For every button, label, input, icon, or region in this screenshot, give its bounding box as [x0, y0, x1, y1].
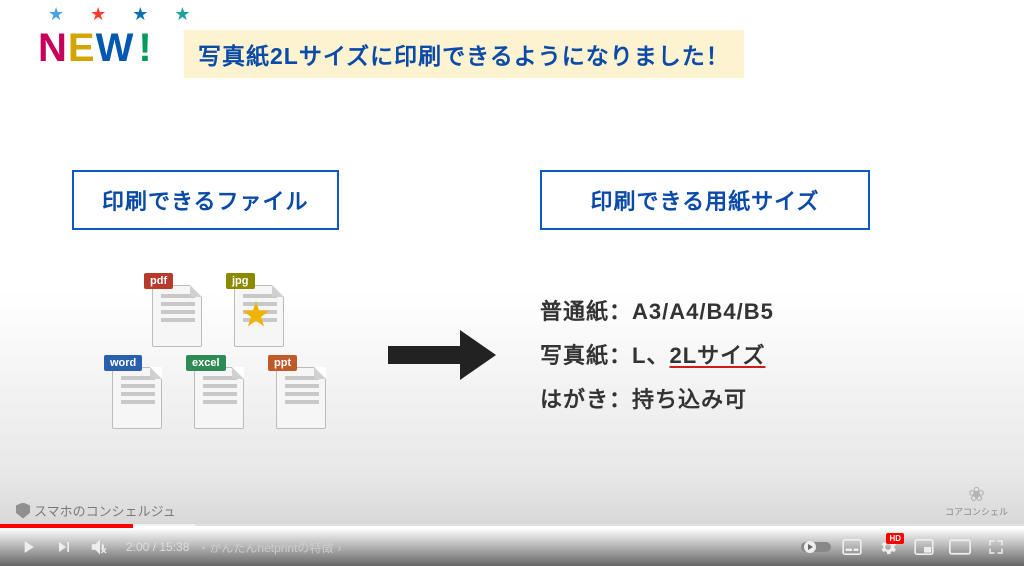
subtitles-button[interactable]	[834, 529, 870, 565]
shield-icon	[16, 503, 30, 519]
size-line-plain: 普通紙：A3/A4/B4/B5	[540, 290, 774, 334]
miniplayer-button[interactable]	[906, 529, 942, 565]
file-tag: jpg	[226, 273, 255, 289]
corner-logo: ❀コアコンシェル	[945, 485, 1008, 518]
size-line-postcard: はがき：持ち込み可	[540, 378, 774, 422]
fullscreen-button[interactable]	[978, 529, 1014, 565]
file-word-icon: word	[106, 357, 168, 429]
file-jpg-icon: jpg	[228, 275, 290, 347]
channel-watermark[interactable]: スマホのコンシェルジュ	[16, 501, 176, 520]
file-tag: ppt	[268, 355, 297, 371]
mute-button[interactable]	[82, 529, 118, 565]
autoplay-toggle[interactable]	[798, 529, 834, 565]
paper-sizes-list: 普通紙：A3/A4/B4/B5 写真紙：L、2Lサイズ はがき：持ち込み可	[540, 290, 774, 422]
size-line-photo: 写真紙：L、2Lサイズ	[540, 334, 774, 378]
stars-icon: ★★★★	[48, 4, 217, 25]
settings-button[interactable]: HD	[870, 529, 906, 565]
section-files-title: 印刷できるファイル	[72, 170, 339, 230]
new-text: NEW!	[38, 26, 153, 71]
chapter-title[interactable]: ・かんたんnetprintの特徴›	[197, 539, 341, 556]
file-excel-icon: excel	[188, 357, 250, 429]
headline: 写真紙2Lサイズに印刷できるようになりました！	[184, 30, 744, 78]
chevron-right-icon: ›	[337, 541, 341, 555]
play-button[interactable]	[10, 529, 46, 565]
video-player: ★★★★ NEW! 写真紙2Lサイズに印刷できるようになりました！ 印刷できるフ…	[0, 0, 1024, 566]
file-tag: word	[104, 355, 142, 371]
video-frame[interactable]: ★★★★ NEW! 写真紙2Lサイズに印刷できるようになりました！ 印刷できるフ…	[0, 0, 1024, 526]
theater-button[interactable]	[942, 529, 978, 565]
time-display: 2:00 / 15:38	[126, 540, 189, 554]
highlight-2l: 2Lサイズ	[669, 343, 765, 368]
file-pdf-icon: pdf	[146, 275, 208, 347]
file-tag: pdf	[144, 273, 173, 289]
hd-badge: HD	[886, 533, 904, 544]
arrow-right-icon	[388, 330, 508, 380]
file-tag: excel	[186, 355, 226, 371]
file-ppt-icon: ppt	[270, 357, 332, 429]
controls-bar: 2:00 / 15:38 ・かんたんnetprintの特徴› HD	[0, 528, 1024, 566]
section-sizes-title: 印刷できる用紙サイズ	[540, 170, 870, 230]
file-icons-group: pdf jpg word excel ppt	[106, 275, 376, 435]
next-button[interactable]	[46, 529, 82, 565]
